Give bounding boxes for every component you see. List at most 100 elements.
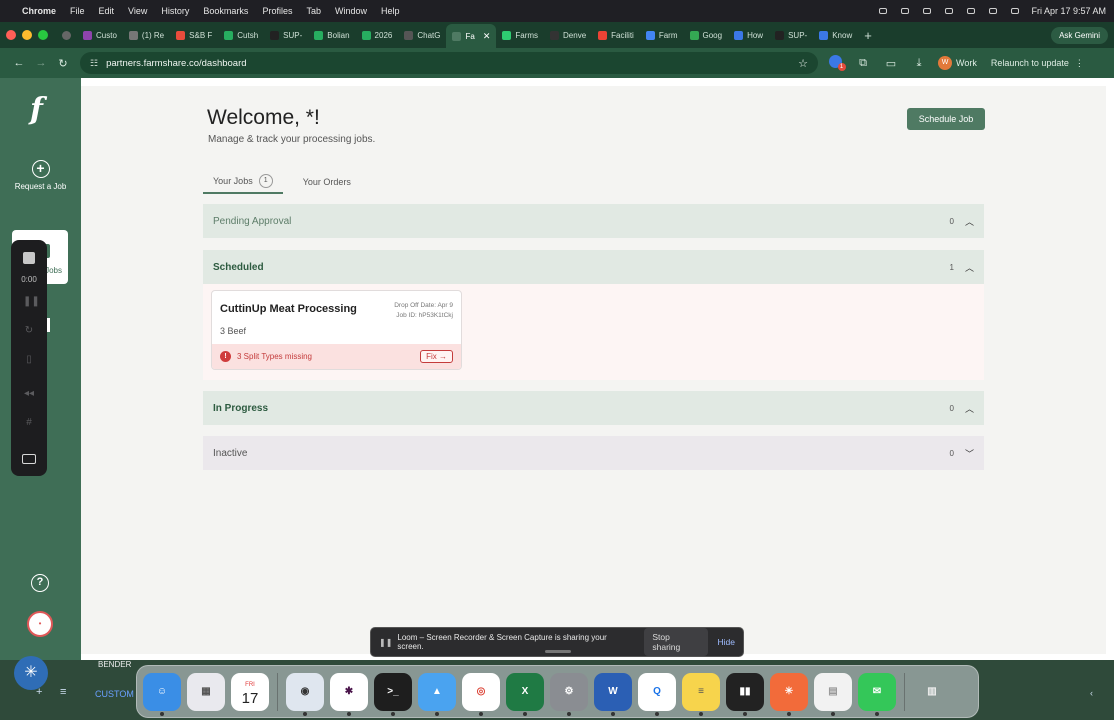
- browser-tab[interactable]: Goog: [684, 25, 729, 45]
- section-scheduled[interactable]: Scheduled 1 ︿: [203, 250, 984, 284]
- menu-help[interactable]: Help: [381, 6, 400, 16]
- menu-clock[interactable]: Fri Apr 17 9:57 AM: [1031, 6, 1106, 16]
- reload-icon[interactable]: ↻: [52, 57, 74, 70]
- more-menu-icon[interactable]: ⋮: [1075, 58, 1084, 69]
- chevron-down-icon[interactable]: ﹀: [954, 447, 974, 460]
- user-avatar[interactable]: •: [27, 611, 53, 637]
- browser-tab-active[interactable]: Fa ✕: [446, 24, 497, 48]
- back-arrow-icon[interactable]: ←: [8, 57, 30, 69]
- browser-tab[interactable]: Know: [813, 25, 858, 45]
- slack-icon[interactable]: ✱: [330, 672, 368, 716]
- chevron-up-icon[interactable]: ︿: [954, 261, 974, 274]
- chevron-up-icon[interactable]: ︿: [954, 402, 974, 415]
- menu-window[interactable]: Window: [335, 6, 367, 16]
- terminal-icon[interactable]: >_: [374, 672, 412, 716]
- spreadsheet-app-icon[interactable]: ▤: [814, 672, 852, 716]
- trash-icon[interactable]: ▥: [913, 673, 951, 711]
- stop-sharing-button[interactable]: Stop sharing: [644, 628, 708, 656]
- menu-bookmarks[interactable]: Bookmarks: [203, 6, 248, 16]
- activity-bars-icon[interactable]: ▮▮: [726, 672, 764, 716]
- fullscreen-window-button[interactable]: [38, 30, 48, 40]
- chart-status-icon[interactable]: [899, 6, 911, 16]
- address-bar[interactable]: ☷ partners.farmshare.co/dashboard ☆: [80, 52, 818, 74]
- loom-rewind-icon[interactable]: ◂◂: [23, 388, 35, 400]
- background-chevron-left-icon[interactable]: ‹: [1090, 688, 1093, 698]
- browser-tab[interactable]: 2026: [356, 25, 399, 45]
- word-icon[interactable]: W: [594, 672, 632, 716]
- banner-drag-handle[interactable]: [545, 650, 571, 653]
- excel-icon[interactable]: X: [506, 672, 544, 716]
- spotlight-search-icon[interactable]: [987, 6, 999, 16]
- browser-tab[interactable]: Denve: [544, 25, 592, 45]
- site-info-icon[interactable]: ☷: [90, 58, 98, 69]
- menu-profiles[interactable]: Profiles: [262, 6, 292, 16]
- bluetooth-status-icon[interactable]: [921, 6, 933, 16]
- close-tab-icon[interactable]: ✕: [483, 31, 491, 42]
- launchpad-icon[interactable]: ▦: [187, 672, 225, 711]
- calendar-icon[interactable]: FRI 17: [231, 672, 269, 711]
- browser-tab[interactable]: Farms: [496, 25, 544, 45]
- loom-restart-icon[interactable]: ↻: [23, 325, 35, 337]
- ask-gemini-button[interactable]: Ask Gemini: [1051, 26, 1108, 44]
- battery-status-icon[interactable]: [943, 6, 955, 16]
- browser-tab[interactable]: Custo: [77, 25, 123, 45]
- browser-tab[interactable]: How: [728, 25, 769, 45]
- loom-stop-button[interactable]: [23, 252, 35, 264]
- snowflake-float-icon[interactable]: ✳: [14, 656, 48, 690]
- tab-your-orders[interactable]: Your Orders: [293, 170, 361, 194]
- loom-trash-icon[interactable]: ▯: [23, 354, 35, 366]
- browser-tab[interactable]: Farm: [640, 25, 684, 45]
- section-in-progress[interactable]: In Progress 0 ︿: [203, 391, 984, 425]
- fix-button[interactable]: Fix →: [420, 350, 453, 363]
- address-bar-url[interactable]: partners.farmshare.co/dashboard: [106, 58, 246, 69]
- request-job-button[interactable]: + Request a Job: [0, 160, 81, 192]
- menu-file[interactable]: File: [70, 6, 85, 16]
- menu-tab[interactable]: Tab: [306, 6, 321, 16]
- quickq-icon[interactable]: Q: [638, 672, 676, 716]
- background-tab-label[interactable]: CUSTOM: [95, 689, 134, 699]
- wifi-status-icon[interactable]: [965, 6, 977, 16]
- notes-icon[interactable]: ≡: [682, 672, 720, 716]
- loom-camera-icon[interactable]: [22, 454, 36, 464]
- tab-your-jobs[interactable]: Your Jobs 1: [203, 170, 283, 194]
- extension-badge-icon[interactable]: [824, 55, 846, 71]
- browser-tab[interactable]: ChatG: [398, 25, 446, 45]
- cast-icon[interactable]: ▭: [880, 57, 902, 70]
- browser-tab[interactable]: S&B F: [170, 25, 218, 45]
- browser-tab[interactable]: SUP-: [769, 25, 813, 45]
- loom-pause-icon[interactable]: ❚❚: [23, 296, 40, 308]
- close-window-button[interactable]: [6, 30, 16, 40]
- relaunch-button[interactable]: Relaunch to update ⋮: [991, 58, 1084, 69]
- forward-arrow-icon[interactable]: →: [30, 57, 52, 69]
- background-menu-icon[interactable]: ≡: [60, 686, 66, 698]
- menu-app-name[interactable]: Chrome: [22, 6, 56, 16]
- menu-edit[interactable]: Edit: [99, 6, 115, 16]
- help-icon[interactable]: ?: [31, 574, 49, 592]
- browser-tab[interactable]: Bolian: [308, 25, 355, 45]
- browser-tab[interactable]: SUP-: [264, 25, 308, 45]
- bookmark-star-icon[interactable]: ☆: [798, 57, 808, 70]
- messages-icon[interactable]: ✉: [858, 672, 896, 716]
- download-icon[interactable]: ⤓: [908, 57, 930, 70]
- burst-app-icon[interactable]: ✳: [770, 672, 808, 716]
- schedule-job-button[interactable]: Schedule Job: [907, 108, 985, 130]
- browser-tab[interactable]: Cutsh: [218, 25, 264, 45]
- browser-tab[interactable]: (1) Re: [123, 25, 170, 45]
- section-pending-approval[interactable]: Pending Approval 0 ︿: [203, 204, 984, 238]
- section-inactive[interactable]: Inactive 0 ﹀: [203, 436, 984, 470]
- maps-icon[interactable]: ▲: [418, 672, 456, 716]
- profile-chip[interactable]: W Work: [938, 56, 977, 70]
- tab-grid-icon[interactable]: [56, 25, 77, 45]
- farmshare-logo[interactable]: f: [30, 92, 43, 127]
- browser-tab[interactable]: Faciliti: [592, 25, 640, 45]
- snowflake-status-icon[interactable]: [877, 6, 889, 16]
- chevron-up-icon[interactable]: ︿: [954, 215, 974, 228]
- loom-grid-icon[interactable]: #: [23, 417, 35, 429]
- robot-app-icon[interactable]: ◉: [286, 672, 324, 716]
- minimize-window-button[interactable]: [22, 30, 32, 40]
- menu-view[interactable]: View: [128, 6, 147, 16]
- new-tab-button[interactable]: +: [864, 28, 872, 43]
- control-center-icon[interactable]: [1009, 6, 1021, 16]
- system-settings-icon[interactable]: ⚙: [550, 672, 588, 716]
- extensions-puzzle-icon[interactable]: ⧉: [852, 57, 874, 70]
